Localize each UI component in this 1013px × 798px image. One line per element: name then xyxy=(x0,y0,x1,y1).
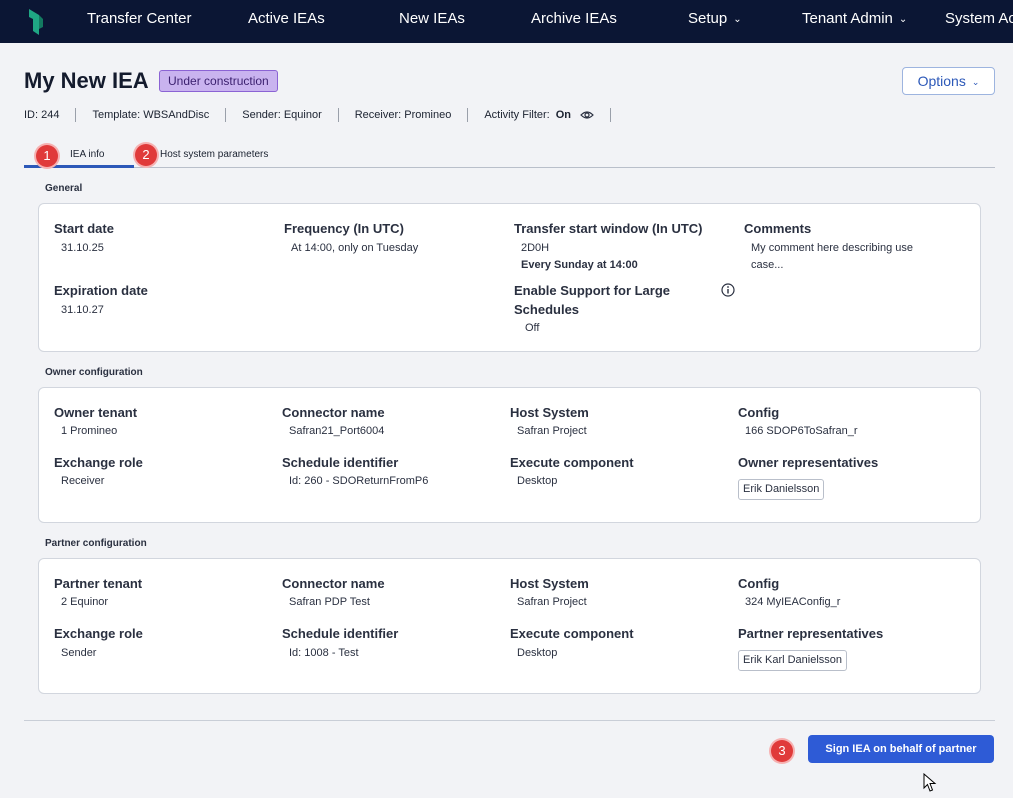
large-schedules-value: Off xyxy=(525,322,540,334)
page-title: My New IEA xyxy=(24,68,149,93)
iea-meta-bar: ID: 244 Template: WBSAndDisc Sender: Equ… xyxy=(24,107,627,123)
partner-schedule-label: Schedule identifier xyxy=(282,626,399,641)
large-schedules-label-line-1: Enable Support for Large xyxy=(514,283,671,298)
expiration-date-label: Expiration date xyxy=(54,283,148,298)
tabs-divider xyxy=(24,167,995,168)
divider xyxy=(467,108,469,122)
divider xyxy=(337,108,339,122)
sign-iea-button[interactable]: Sign IEA on behalf of partner xyxy=(808,735,994,763)
start-date-value: 31.10.25 xyxy=(61,242,104,254)
transfer-window-value: 2D0H xyxy=(521,242,550,254)
nav-transfer-center[interactable]: Transfer Center xyxy=(87,0,191,43)
section-owner-title: Owner configuration xyxy=(45,367,143,378)
status-badge: Under construction xyxy=(159,70,278,92)
nav-setup[interactable]: Setup ⌄ xyxy=(688,0,742,43)
info-icon[interactable] xyxy=(721,283,735,297)
comments-line-1: My comment here describing use xyxy=(751,242,914,254)
owner-tenant-label: Owner tenant xyxy=(54,405,138,420)
owner-config-value: 166 SDOP6ToSafran_r xyxy=(745,425,858,437)
nav-new-ieas[interactable]: New IEAs xyxy=(399,0,465,43)
partner-representative-chip[interactable]: Erik Karl Danielsson xyxy=(738,650,848,671)
nav-archive-ieas[interactable]: Archive IEAs xyxy=(531,0,617,43)
partner-host-label: Host System xyxy=(510,576,589,591)
owner-representative-chip[interactable]: Erik Danielsson xyxy=(738,479,825,500)
divider xyxy=(610,108,612,122)
iea-id: ID: 244 xyxy=(24,109,60,121)
chevron-down-icon: ⌄ xyxy=(971,77,980,87)
owner-host-value: Safran Project xyxy=(517,425,587,437)
owner-role-value: Receiver xyxy=(61,475,105,487)
large-schedules-label-line-2: Schedules xyxy=(514,302,580,317)
section-partner-title: Partner configuration xyxy=(45,538,147,549)
owner-config-label: Config xyxy=(738,405,780,420)
partner-card: Partner tenant 2 Equinor Connector name … xyxy=(38,558,981,694)
app-logo-icon[interactable] xyxy=(25,7,45,37)
partner-execute-label: Execute component xyxy=(510,626,634,641)
step-marker-2: 2 xyxy=(135,144,157,166)
owner-execute-value: Desktop xyxy=(517,475,558,487)
general-card: Start date 31.10.25 Frequency (In UTC) A… xyxy=(38,203,981,352)
top-navigation: Transfer Center Active IEAs New IEAs Arc… xyxy=(0,0,1013,43)
step-marker-3: 3 xyxy=(771,740,793,762)
partner-tenant-value: 2 Equinor xyxy=(61,596,109,608)
divider xyxy=(225,108,227,122)
comments-line-2: case... xyxy=(751,259,784,271)
partner-connector-label: Connector name xyxy=(282,576,385,591)
eye-icon[interactable] xyxy=(580,110,594,120)
owner-host-label: Host System xyxy=(510,405,589,420)
partner-tenant-label: Partner tenant xyxy=(54,576,143,591)
section-general-title: General xyxy=(45,183,83,194)
owner-connector-value: Safran21_Port6004 xyxy=(289,425,385,437)
mouse-cursor-icon xyxy=(923,773,937,792)
chevron-down-icon: ⌄ xyxy=(898,14,908,25)
iea-template: Template: WBSAndDisc xyxy=(92,109,210,121)
comments-label: Comments xyxy=(744,221,812,236)
owner-role-label: Exchange role xyxy=(54,455,143,470)
transfer-window-note: Every Sunday at 14:00 xyxy=(521,259,638,271)
partner-schedule-value: Id: 1008 - Test xyxy=(289,647,359,659)
iea-receiver: Receiver: Promineo xyxy=(354,109,452,121)
options-button[interactable]: Options ⌄ xyxy=(902,67,995,95)
partner-host-value: Safran Project xyxy=(517,596,587,608)
nav-tenant-admin[interactable]: Tenant Admin ⌄ xyxy=(802,0,907,43)
owner-schedule-label: Schedule identifier xyxy=(282,455,399,470)
footer-divider xyxy=(24,720,995,721)
transfer-window-label: Transfer start window (In UTC) xyxy=(514,221,703,236)
tab-host-system-parameters[interactable]: Host system parameters xyxy=(160,149,268,160)
partner-execute-value: Desktop xyxy=(517,647,558,659)
partner-role-value: Sender xyxy=(61,647,97,659)
chevron-down-icon: ⌄ xyxy=(733,14,742,25)
owner-execute-label: Execute component xyxy=(510,455,634,470)
nav-system-admin[interactable]: System Ac xyxy=(945,0,1013,43)
owner-reps-label: Owner representatives xyxy=(738,455,879,470)
activity-filter-value: On xyxy=(555,109,572,121)
activity-filter-label: Activity Filter: xyxy=(484,109,550,121)
start-date-label: Start date xyxy=(54,221,114,236)
step-marker-1: 1 xyxy=(36,145,58,167)
frequency-value: At 14:00, only on Tuesday xyxy=(291,242,419,254)
frequency-label: Frequency (In UTC) xyxy=(284,221,404,236)
expiration-date-value: 31.10.27 xyxy=(61,304,104,316)
owner-card: Owner tenant 1 Promineo Connector name S… xyxy=(38,387,981,523)
iea-sender: Sender: Equinor xyxy=(242,109,322,121)
partner-reps-label: Partner representatives xyxy=(738,626,884,641)
partner-connector-value: Safran PDP Test xyxy=(289,596,370,608)
partner-role-label: Exchange role xyxy=(54,626,143,641)
divider xyxy=(75,108,77,122)
owner-connector-label: Connector name xyxy=(282,405,385,420)
nav-active-ieas[interactable]: Active IEAs xyxy=(248,0,325,43)
tab-iea-info[interactable]: IEA info xyxy=(70,149,104,160)
partner-config-label: Config xyxy=(738,576,780,591)
partner-config-value: 324 MyIEAConfig_r xyxy=(745,596,841,608)
owner-tenant-value: 1 Promineo xyxy=(61,425,118,437)
owner-schedule-value: Id: 260 - SDOReturnFromP6 xyxy=(289,475,429,487)
